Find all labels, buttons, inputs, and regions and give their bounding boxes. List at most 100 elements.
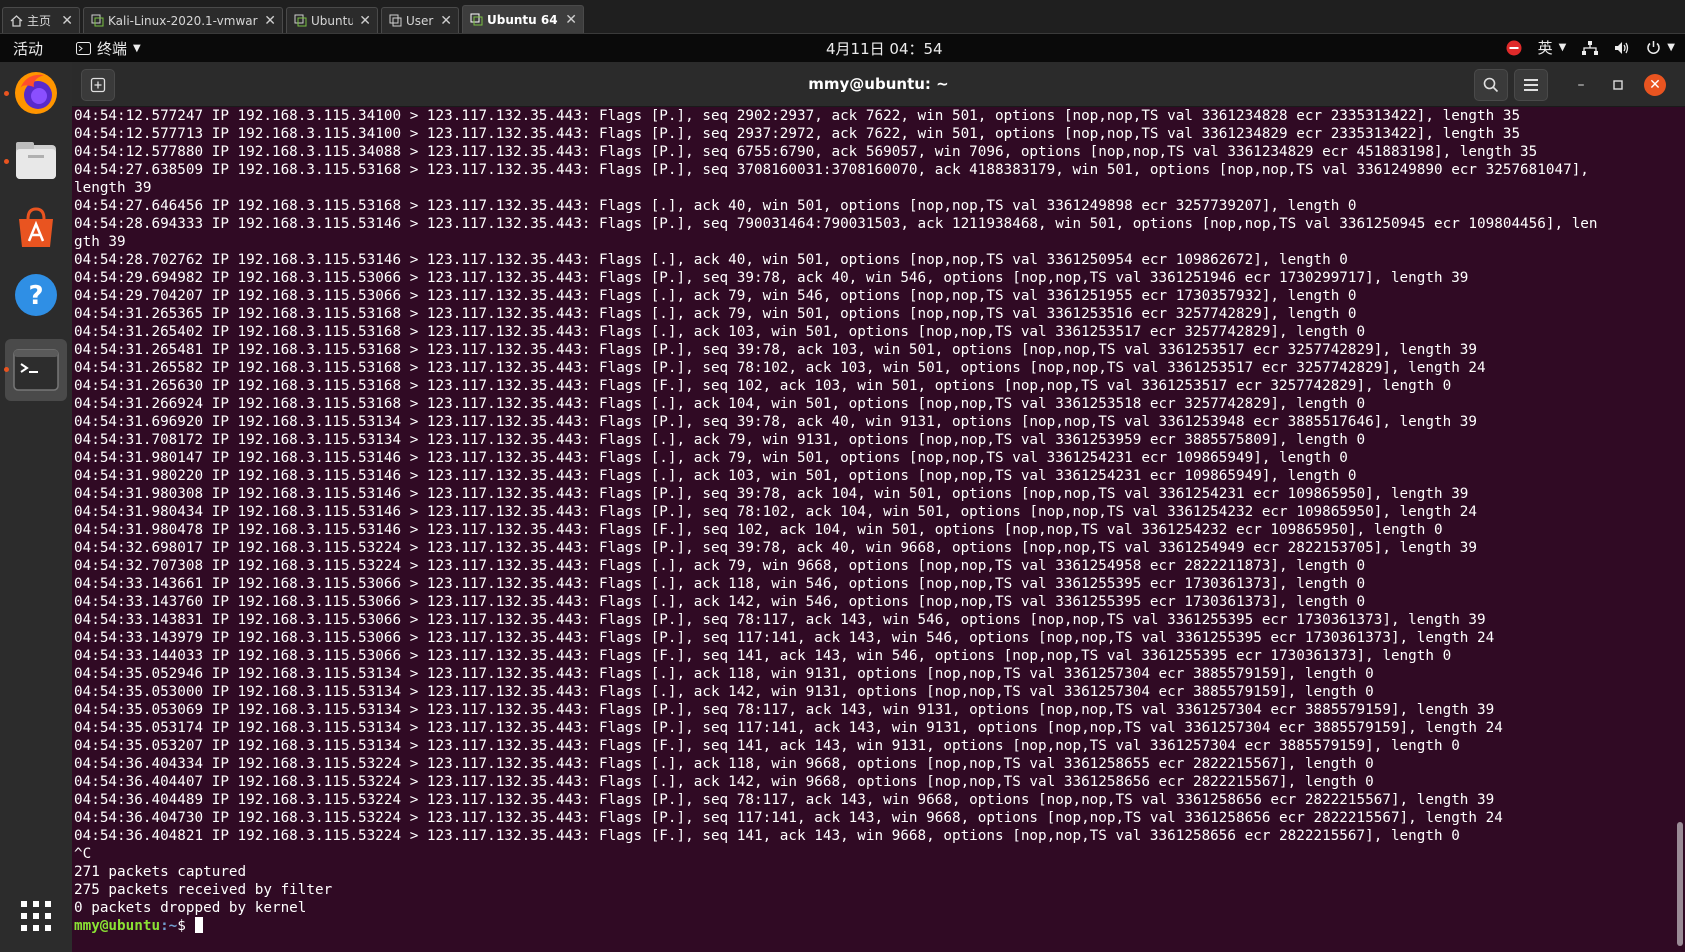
terminal-output[interactable]: 04:54:12.577247 IP 192.168.3.115.34100 >… — [74, 107, 1672, 952]
files-icon — [13, 137, 59, 183]
software-icon — [13, 205, 59, 251]
chevron-down-icon: ▼ — [1558, 42, 1567, 53]
chevron-down-icon: ▼ — [133, 43, 141, 54]
dock-software[interactable] — [10, 202, 62, 254]
text-cursor — [194, 917, 203, 933]
terminal-line: 04:54:36.404489 IP 192.168.3.115.53224 >… — [74, 792, 1495, 808]
terminal-line: gth 39 — [74, 234, 126, 250]
terminal-line: 04:54:35.053000 IP 192.168.3.115.53134 >… — [74, 684, 1374, 700]
firefox-icon — [12, 69, 60, 117]
menu-button[interactable] — [1514, 69, 1548, 101]
input-method-menu[interactable]: 英 ▼ — [1538, 37, 1567, 58]
vm-tab-home[interactable]: 主页 ✕ — [2, 7, 80, 33]
app-menu-label: 终端 — [97, 40, 128, 58]
home-icon — [9, 14, 23, 28]
prompt-symbol: $ — [177, 918, 195, 934]
vm-tab-label: User — [406, 13, 434, 28]
terminal-line: 04:54:27.646456 IP 192.168.3.115.53168 >… — [74, 198, 1357, 214]
volume-icon[interactable] — [1614, 41, 1630, 55]
terminal-line: 04:54:31.980478 IP 192.168.3.115.53146 >… — [74, 522, 1443, 538]
terminal-line: 04:54:35.052946 IP 192.168.3.115.53134 >… — [74, 666, 1374, 682]
dock-files[interactable] — [10, 134, 62, 186]
prompt-path: :~ — [160, 918, 178, 934]
vm-tab-user[interactable]: User ✕ — [381, 7, 459, 33]
power-menu[interactable]: ▼ — [1646, 40, 1675, 55]
vm-tab-kali[interactable]: Kali-Linux-2020.1-vmware-am... ✕ — [83, 7, 283, 33]
vm-tab-ubuntu-64[interactable]: Ubuntu 64 位 ✕ — [462, 5, 584, 33]
terminal-line: 04:54:29.694982 IP 192.168.3.115.53066 >… — [74, 270, 1469, 286]
terminal-line: 04:54:31.265630 IP 192.168.3.115.53168 >… — [74, 378, 1452, 394]
terminal-line: 04:54:33.143979 IP 192.168.3.115.53066 >… — [74, 630, 1495, 646]
close-icon[interactable]: ✕ — [61, 13, 73, 29]
terminal-line: 04:54:27.638509 IP 192.168.3.115.53168 >… — [74, 162, 1589, 178]
chevron-down-icon: ▼ — [1667, 42, 1675, 53]
terminal-line: 04:54:28.694333 IP 192.168.3.115.53146 >… — [74, 216, 1598, 232]
terminal-line: ^C — [74, 846, 92, 862]
maximize-icon — [1613, 80, 1623, 90]
gnome-top-bar: 活动 终端 ▼ 4月11日 04：54 英 ▼ ▼ — [0, 34, 1685, 62]
search-button[interactable] — [1474, 69, 1508, 101]
do-not-disturb-icon[interactable] — [1506, 40, 1522, 56]
terminal-line: 04:54:35.053207 IP 192.168.3.115.53134 >… — [74, 738, 1460, 754]
terminal-line: 04:54:33.143760 IP 192.168.3.115.53066 >… — [74, 594, 1366, 610]
vm-icon — [388, 14, 402, 28]
close-icon[interactable]: ✕ — [565, 12, 577, 28]
dock-terminal[interactable] — [5, 339, 67, 401]
close-icon: ✕ — [1649, 77, 1661, 93]
terminal-line: 271 packets captured — [74, 864, 247, 880]
vm-icon — [469, 13, 483, 27]
clock[interactable]: 4月11日 04：54 — [826, 38, 943, 59]
terminal-line: 04:54:33.144033 IP 192.168.3.115.53066 >… — [74, 648, 1452, 664]
running-indicator — [4, 367, 9, 372]
vm-icon — [90, 14, 104, 28]
terminal-icon — [13, 349, 59, 391]
terminal-line: 04:54:28.702762 IP 192.168.3.115.53146 >… — [74, 252, 1348, 268]
vm-tab-bar: 主页 ✕ Kali-Linux-2020.1-vmware-am... ✕ Ub… — [0, 0, 1685, 34]
close-icon[interactable]: ✕ — [440, 13, 452, 29]
vm-tab-label: Kali-Linux-2020.1-vmware-am... — [108, 13, 258, 28]
terminal-line: 04:54:36.404730 IP 192.168.3.115.53224 >… — [74, 810, 1503, 826]
window-headerbar: mmy@ubuntu: ~ – ✕ — [72, 62, 1685, 107]
help-icon: ? — [13, 272, 59, 318]
terminal-line: 04:54:31.708172 IP 192.168.3.115.53134 >… — [74, 432, 1366, 448]
terminal-line: 04:54:31.980220 IP 192.168.3.115.53146 >… — [74, 468, 1357, 484]
system-tray: 英 ▼ ▼ — [1506, 37, 1675, 58]
dock-firefox[interactable] — [10, 67, 62, 119]
svg-text:?: ? — [28, 281, 43, 311]
close-icon[interactable]: ✕ — [264, 13, 276, 29]
terminal-window: mmy@ubuntu: ~ – ✕ 04:54:12.577247 IP 192… — [72, 62, 1685, 952]
show-applications-button[interactable] — [10, 890, 62, 942]
terminal-line: 04:54:35.053174 IP 192.168.3.115.53134 >… — [74, 720, 1503, 736]
terminal-line: 04:54:31.265481 IP 192.168.3.115.53168 >… — [74, 342, 1478, 358]
scrollbar-thumb[interactable] — [1677, 822, 1683, 946]
terminal-scrollbar[interactable] — [1674, 107, 1685, 952]
maximize-button[interactable] — [1607, 74, 1629, 96]
vm-tab-label: Ubuntu 64 位 — [487, 13, 559, 27]
terminal-line: 04:54:36.404407 IP 192.168.3.115.53224 >… — [74, 774, 1374, 790]
terminal-line: 04:54:33.143661 IP 192.168.3.115.53066 >… — [74, 576, 1366, 592]
terminal-line: 04:54:29.704207 IP 192.168.3.115.53066 >… — [74, 288, 1357, 304]
window-title: mmy@ubuntu: ~ — [808, 75, 949, 93]
terminal-line: 275 packets received by filter — [74, 882, 333, 898]
hamburger-menu-icon — [1524, 79, 1538, 91]
terminal-line: length 39 — [74, 180, 152, 196]
close-icon[interactable]: ✕ — [359, 13, 371, 29]
shell-prompt[interactable]: mmy@ubuntu:~$ — [74, 917, 1672, 935]
terminal-line: 04:54:31.980434 IP 192.168.3.115.53146 >… — [74, 504, 1478, 520]
activities-button[interactable]: 活动 — [13, 38, 43, 59]
terminal-line: 04:54:12.577247 IP 192.168.3.115.34100 >… — [74, 108, 1521, 124]
terminal-line: 04:54:31.265402 IP 192.168.3.115.53168 >… — [74, 324, 1366, 340]
dock-help[interactable]: ? — [10, 269, 62, 321]
minimize-button[interactable]: – — [1570, 74, 1592, 96]
power-icon — [1647, 41, 1660, 54]
terminal-line: 04:54:33.143831 IP 192.168.3.115.53066 >… — [74, 612, 1486, 628]
terminal-line: 04:54:35.053069 IP 192.168.3.115.53134 >… — [74, 702, 1495, 718]
app-menu[interactable]: 终端 ▼ — [76, 38, 141, 59]
terminal-line: 04:54:36.404334 IP 192.168.3.115.53224 >… — [74, 756, 1374, 772]
terminal-line: 04:54:12.577880 IP 192.168.3.115.34088 >… — [74, 144, 1538, 160]
vm-tab-label: Ubuntu — [311, 13, 354, 28]
close-button[interactable]: ✕ — [1644, 74, 1666, 96]
input-method-label: 英 — [1537, 39, 1553, 57]
vm-tab-ubuntu[interactable]: Ubuntu ✕ — [286, 7, 378, 33]
network-icon[interactable] — [1582, 40, 1599, 55]
